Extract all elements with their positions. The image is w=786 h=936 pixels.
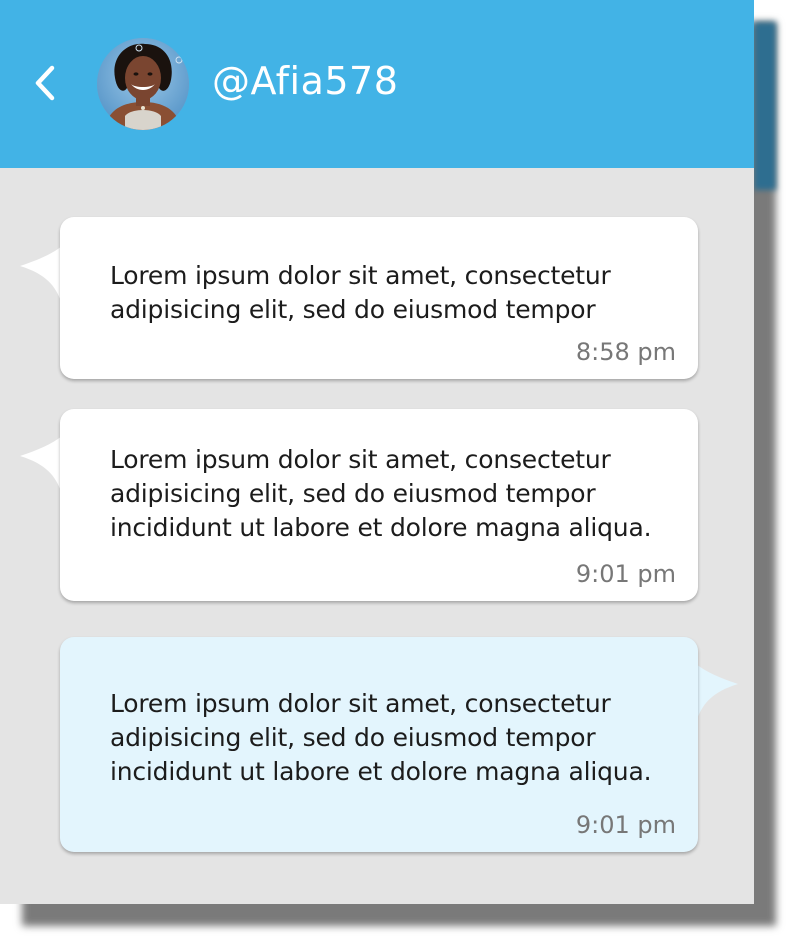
header-shadow: [754, 22, 776, 190]
message-timestamp: 8:58 pm: [575, 338, 676, 366]
screenshot-stage: @Afia578 Lorem ipsum dolor sit amet, con…: [0, 0, 786, 936]
message-bubble[interactable]: Lorem ipsum dolor sit amet, consectetur …: [60, 637, 698, 852]
message-timestamp: 9:01 pm: [575, 560, 676, 588]
message-text: Lorem ipsum dolor sit amet, consectetur …: [110, 261, 611, 324]
chevron-left-icon: [35, 65, 55, 101]
message-timestamp: 9:01 pm: [575, 811, 676, 839]
message-text: Lorem ipsum dolor sit amet, consectetur …: [110, 689, 652, 786]
contact-username[interactable]: @Afia578: [212, 56, 398, 106]
bubble-tail-incoming: [20, 246, 62, 304]
avatar[interactable]: [97, 38, 189, 130]
back-button[interactable]: [22, 58, 66, 108]
chat-header: @Afia578: [0, 0, 754, 168]
bubble-tail-incoming: [20, 436, 62, 494]
message-bubble[interactable]: Lorem ipsum dolor sit amet, consectetur …: [60, 409, 698, 601]
message-text: Lorem ipsum dolor sit amet, consectetur …: [110, 445, 652, 542]
message-bubble[interactable]: Lorem ipsum dolor sit amet, consectetur …: [60, 217, 698, 379]
profile-photo-icon: [97, 38, 189, 130]
chat-screen: @Afia578 Lorem ipsum dolor sit amet, con…: [0, 0, 754, 904]
bubble-tail-outgoing: [696, 664, 738, 722]
